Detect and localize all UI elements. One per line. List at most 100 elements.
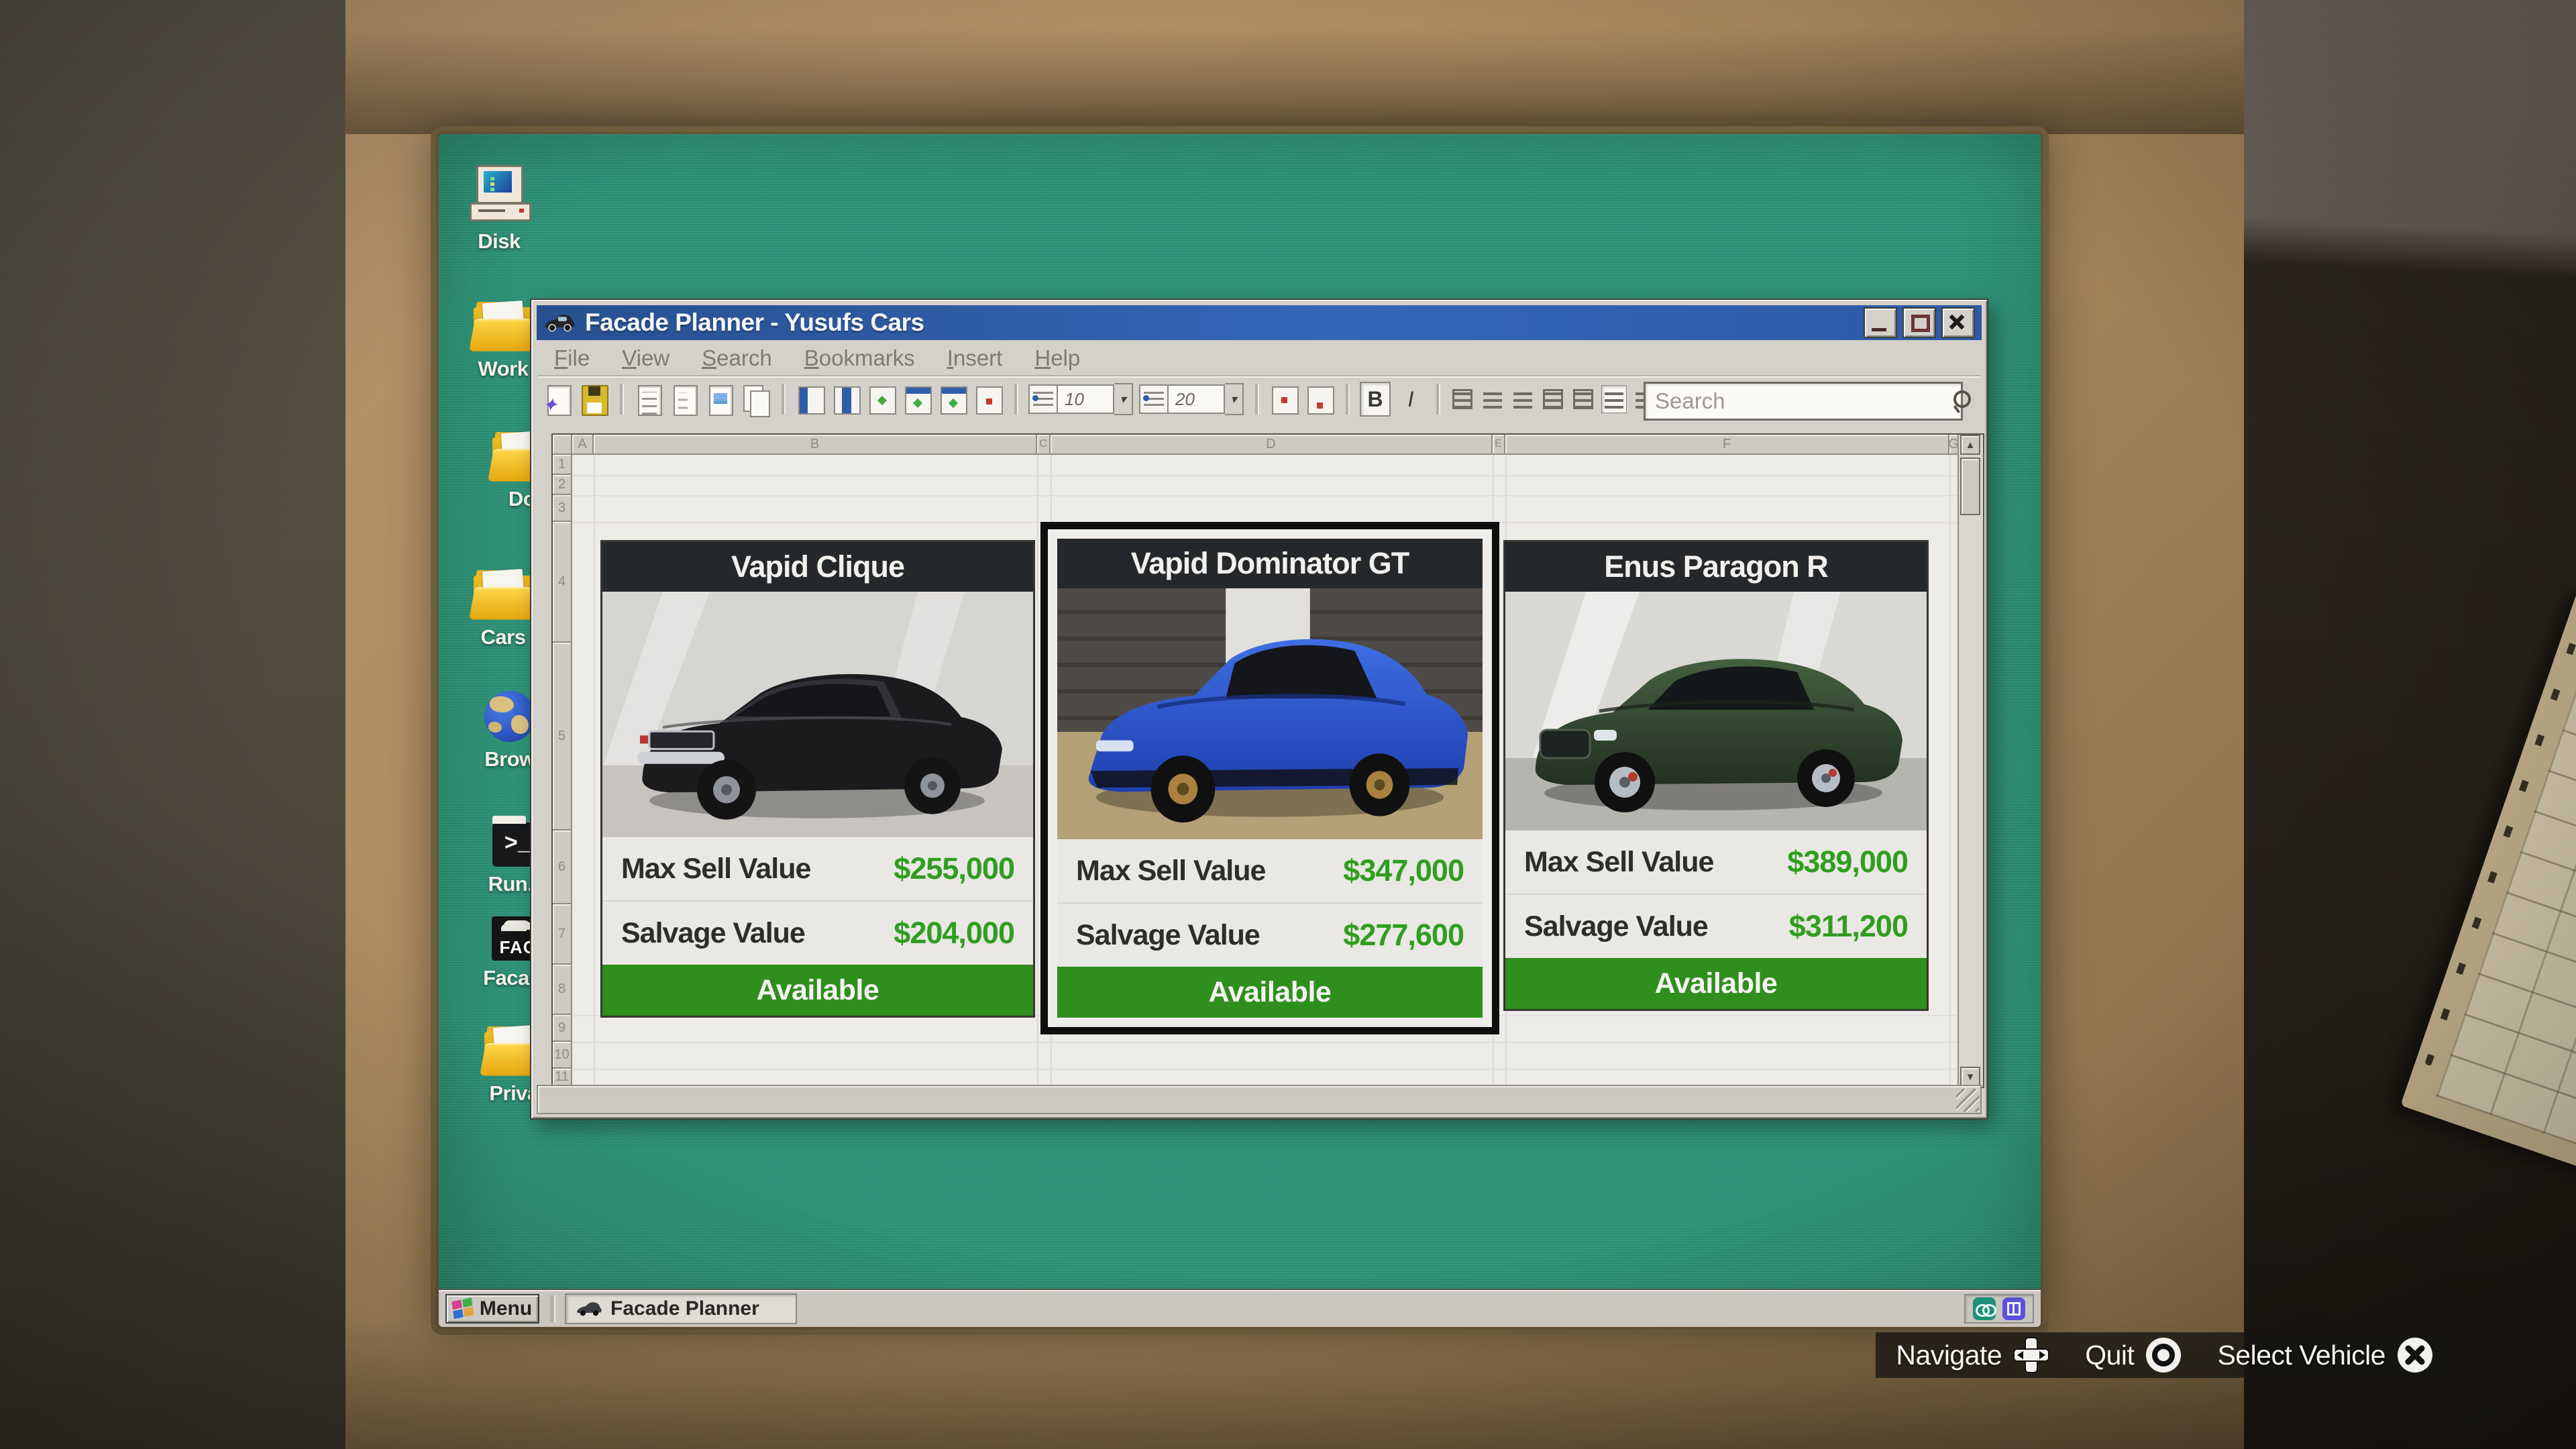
vehicle-name: Enus Paragon R [1505, 542, 1927, 592]
menu-bookmarks[interactable]: Bookmarks [788, 345, 931, 371]
availability-badge: Available [1505, 958, 1927, 1009]
page-text-icon[interactable] [634, 382, 663, 416]
row-header[interactable]: 9 [553, 1015, 572, 1042]
vertical-scrollbar[interactable]: ▲ ▼ [1957, 435, 1983, 1087]
indent-left-icon[interactable] [1541, 386, 1565, 413]
table-layout-2-icon[interactable] [831, 382, 861, 416]
black-classic-car-picture [602, 592, 1033, 837]
list-style-1-icon[interactable] [1450, 386, 1474, 413]
bold-button[interactable]: B [1360, 382, 1391, 417]
column-header[interactable]: C [1037, 435, 1051, 455]
new-document-icon[interactable]: ✦ [542, 382, 573, 416]
table-layout-3-icon[interactable] [867, 382, 896, 416]
green-luxury-car-picture [1505, 592, 1927, 830]
row-spacing-1-icon[interactable] [1269, 382, 1299, 416]
minimize-button[interactable] [1864, 307, 1897, 338]
vehicle-card-enus-paragon-r[interactable]: Enus Paragon R Max Sell Value $389,000 S… [1503, 540, 1929, 1011]
vehicle-card-vapid-clique[interactable]: Vapid Clique Max Sell Value $255,000 Sal… [600, 540, 1035, 1018]
font-size-select-large[interactable]: 20 ▾ [1139, 383, 1244, 415]
menu-help[interactable]: Help [1018, 345, 1096, 371]
search-input[interactable] [1646, 388, 1949, 414]
prompt-quit: Quit [2085, 1336, 2182, 1374]
max-sell-row: Max Sell Value $389,000 [1505, 830, 1927, 894]
copy-icon[interactable] [741, 382, 770, 417]
os-logo-icon [451, 1297, 475, 1320]
table-layout-5-icon[interactable] [938, 382, 967, 416]
vehicle-card-vapid-dominator-gt-selected[interactable]: Vapid Dominator GT Max Sell Value $347,0… [1040, 522, 1499, 1034]
availability-badge: Available [602, 965, 1033, 1016]
vehicle-card[interactable]: Vapid Dominator GT Max Sell Value $347,0… [1057, 539, 1483, 1018]
menu-insert[interactable]: Insert [931, 345, 1019, 371]
italic-button[interactable]: I [1397, 383, 1425, 415]
salvage-row: Salvage Value $204,000 [602, 900, 1033, 965]
column-header[interactable]: A [572, 435, 594, 455]
bezel-shadow-top [345, 0, 2244, 134]
font-size-select-small[interactable]: 10 ▾ [1028, 383, 1133, 415]
search-box [1644, 382, 1971, 421]
align-center-icon[interactable] [1511, 386, 1535, 413]
row-header[interactable]: 1 [553, 455, 572, 475]
align-left-icon[interactable] [1481, 386, 1505, 413]
toolbar-separator [1014, 384, 1017, 415]
toolbar-separator [1436, 384, 1439, 415]
insert-image-icon[interactable] [705, 382, 735, 416]
maximize-button[interactable] [1902, 307, 1936, 338]
chevron-down-icon: ▾ [1114, 383, 1133, 415]
column-header[interactable]: E [1493, 435, 1505, 455]
spreadsheet: A B C D E F G 1 2 3 4 5 6 7 8 9 10 11 [551, 433, 1984, 1088]
toolbar-separator [1346, 384, 1348, 415]
menu-view[interactable]: View [606, 345, 686, 371]
row-header[interactable]: 2 [553, 475, 572, 495]
availability-badge: Available [1057, 967, 1483, 1018]
sheet-corner-cell[interactable] [553, 435, 572, 455]
row-headers: 1 2 3 4 5 6 7 8 9 10 11 [553, 455, 572, 1087]
menu-button-label: Menu [479, 1297, 533, 1320]
row-header[interactable]: 11 [553, 1069, 572, 1087]
column-header[interactable]: F [1505, 435, 1949, 455]
taskbar-task-facade-planner[interactable]: Facade Planner [565, 1293, 797, 1324]
scrollbar-thumb[interactable] [1960, 458, 1980, 515]
row-header[interactable]: 10 [553, 1042, 572, 1069]
salvage-label: Salvage Value [1524, 910, 1709, 943]
vehicle-name: Vapid Clique [602, 542, 1033, 592]
table-layout-6-icon[interactable] [973, 382, 1003, 416]
start-menu-button[interactable]: Menu [445, 1293, 539, 1324]
row-spacing-2-icon[interactable] [1305, 382, 1334, 416]
table-layout-1-icon[interactable] [796, 382, 825, 416]
apps-tray-icon[interactable] [2002, 1297, 2025, 1320]
indent-right-icon[interactable] [1571, 386, 1595, 413]
salvage-label: Salvage Value [1076, 918, 1260, 951]
prompt-label: Navigate [1896, 1339, 2002, 1371]
row-header[interactable]: 8 [553, 965, 572, 1015]
column-header[interactable]: B [594, 435, 1037, 455]
column-header[interactable]: D [1051, 435, 1493, 455]
facade-planner-window: Facade Planner - Yusufs Cars File View S… [530, 299, 1988, 1120]
window-titlebar[interactable]: Facade Planner - Yusufs Cars [537, 305, 1982, 340]
task-label: Facade Planner [610, 1297, 759, 1320]
scroll-up-button[interactable]: ▲ [1960, 435, 1980, 455]
row-header[interactable]: 6 [553, 830, 572, 904]
save-icon[interactable] [579, 382, 608, 416]
menu-search[interactable]: Search [686, 345, 788, 371]
row-header[interactable]: 7 [553, 904, 572, 965]
salvage-value: $204,000 [894, 916, 1015, 950]
clipboard-papers [2400, 585, 2576, 1199]
blue-muscle-car-picture [1057, 588, 1483, 839]
prompt-select-vehicle: Select Vehicle [2217, 1336, 2434, 1374]
desktop-icon-disk[interactable]: Disk [440, 165, 558, 254]
menu-file[interactable]: File [538, 345, 606, 371]
desktop-icon-label: Brow [484, 747, 535, 771]
salvage-value: $277,600 [1343, 918, 1464, 952]
table-layout-4-icon[interactable] [902, 382, 932, 416]
row-header[interactable]: 4 [553, 522, 572, 643]
page-dotted-icon[interactable] [669, 382, 699, 416]
circle-button-icon [2146, 1338, 2182, 1373]
max-sell-label: Max Sell Value [1524, 845, 1714, 878]
scroll-down-button[interactable]: ▼ [1960, 1067, 1980, 1087]
row-header[interactable]: 3 [553, 495, 572, 522]
align-justify-icon[interactable] [1601, 385, 1627, 413]
row-header[interactable]: 5 [553, 643, 572, 830]
network-tray-icon[interactable] [1973, 1297, 1996, 1320]
close-button[interactable] [1941, 307, 1975, 338]
resize-grip[interactable] [1956, 1089, 1979, 1112]
